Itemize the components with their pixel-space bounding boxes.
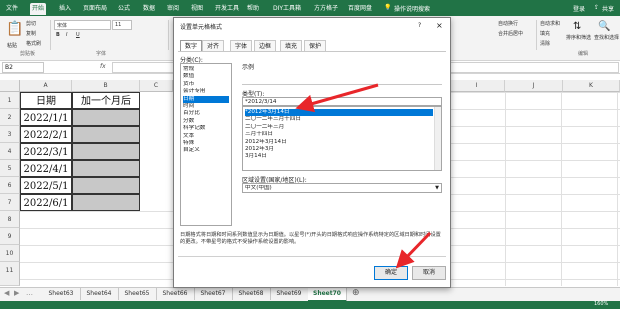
annotation-arrows	[295, 83, 432, 269]
arrow-to-ok	[395, 231, 432, 269]
arrow-to-type	[295, 83, 379, 113]
